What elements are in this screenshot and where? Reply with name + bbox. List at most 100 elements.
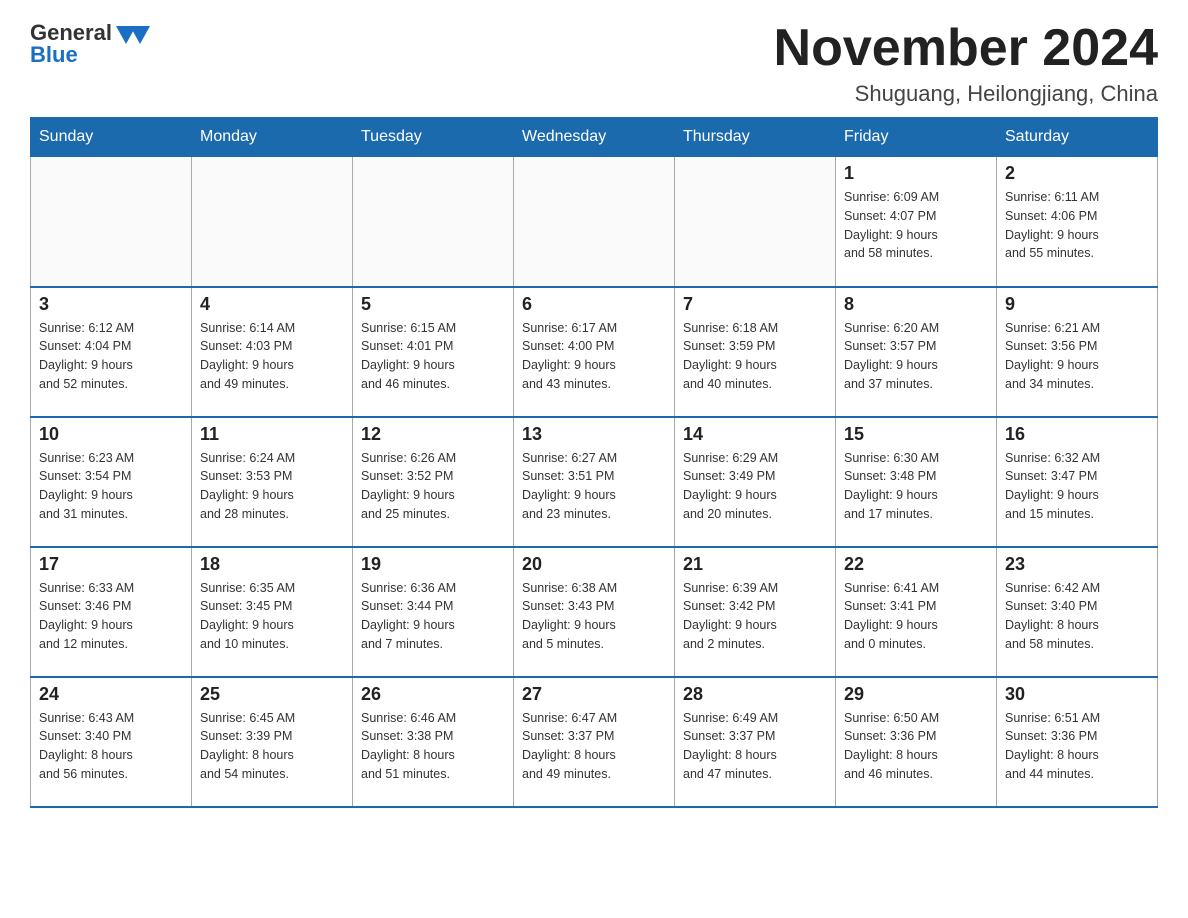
- weekday-header: Friday: [836, 118, 997, 157]
- calendar-cell: 21 Sunrise: 6:39 AMSunset: 3:42 PMDayligh…: [675, 547, 836, 677]
- day-info: Sunrise: 6:36 AMSunset: 3:44 PMDaylight:…: [361, 579, 505, 654]
- day-info: Sunrise: 6:18 AMSunset: 3:59 PMDaylight:…: [683, 319, 827, 394]
- weekday-header: Tuesday: [353, 118, 514, 157]
- day-number: 25: [200, 684, 344, 705]
- weekday-header: Thursday: [675, 118, 836, 157]
- day-info: Sunrise: 6:23 AMSunset: 3:54 PMDaylight:…: [39, 449, 183, 524]
- day-number: 28: [683, 684, 827, 705]
- calendar-cell: 23Sunrise: 6:42 AMSunset: 3:40 PMDayligh…: [997, 547, 1158, 677]
- day-number: 14: [683, 424, 827, 445]
- calendar-cell: 13 Sunrise: 6:27 AMSunset: 3:51 PMDayligh…: [514, 417, 675, 547]
- day-info: Sunrise: 6:46 AMSunset: 3:38 PMDaylight:…: [361, 709, 505, 784]
- calendar-cell: 10 Sunrise: 6:23 AMSunset: 3:54 PMDayligh…: [31, 417, 192, 547]
- day-number: 16: [1005, 424, 1149, 445]
- day-info: Sunrise: 6:39 AMSunset: 3:42 PMDaylight:…: [683, 579, 827, 654]
- day-number: 19: [361, 554, 505, 575]
- day-number: 22: [844, 554, 988, 575]
- day-info: Sunrise: 6:21 AMSunset: 3:56 PMDaylight:…: [1005, 319, 1149, 394]
- calendar-week-row: 3 Sunrise: 6:12 AMSunset: 4:04 PMDaylight…: [31, 287, 1158, 417]
- calendar-cell: [675, 157, 836, 287]
- calendar-cell: 30 Sunrise: 6:51 AMSunset: 3:36 PMDayligh…: [997, 677, 1158, 807]
- day-info: Sunrise: 6:30 AMSunset: 3:48 PMDaylight:…: [844, 449, 988, 524]
- calendar-cell: 20 Sunrise: 6:38 AMSunset: 3:43 PMDayligh…: [514, 547, 675, 677]
- calendar-week-row: 1 Sunrise: 6:09 AMSunset: 4:07 PMDaylight…: [31, 157, 1158, 287]
- calendar-cell: 12 Sunrise: 6:26 AMSunset: 3:52 PMDayligh…: [353, 417, 514, 547]
- day-number: 30: [1005, 684, 1149, 705]
- calendar-cell: [31, 157, 192, 287]
- day-number: 10: [39, 424, 183, 445]
- day-number: 18: [200, 554, 344, 575]
- day-number: 23: [1005, 554, 1149, 575]
- day-number: 4: [200, 294, 344, 315]
- day-info: Sunrise: 6:09 AMSunset: 4:07 PMDaylight:…: [844, 188, 988, 263]
- day-number: 21: [683, 554, 827, 575]
- title-block: November 2024 Shuguang, Heilongjiang, Ch…: [774, 20, 1158, 107]
- day-info: Sunrise: 6:29 AMSunset: 3:49 PMDaylight:…: [683, 449, 827, 524]
- day-number: 27: [522, 684, 666, 705]
- calendar-cell: [514, 157, 675, 287]
- calendar-week-row: 17Sunrise: 6:33 AMSunset: 3:46 PMDayligh…: [31, 547, 1158, 677]
- day-info: Sunrise: 6:24 AMSunset: 3:53 PMDaylight:…: [200, 449, 344, 524]
- day-info: Sunrise: 6:27 AMSunset: 3:51 PMDaylight:…: [522, 449, 666, 524]
- day-number: 6: [522, 294, 666, 315]
- day-number: 13: [522, 424, 666, 445]
- calendar-cell: 28 Sunrise: 6:49 AMSunset: 3:37 PMDayligh…: [675, 677, 836, 807]
- day-number: 20: [522, 554, 666, 575]
- page-header: General Blue November 2024 Shuguang, Hei…: [30, 20, 1158, 107]
- day-number: 2: [1005, 163, 1149, 184]
- calendar-cell: 18 Sunrise: 6:35 AMSunset: 3:45 PMDayligh…: [192, 547, 353, 677]
- calendar-subtitle: Shuguang, Heilongjiang, China: [774, 81, 1158, 107]
- calendar-week-row: 10 Sunrise: 6:23 AMSunset: 3:54 PMDayligh…: [31, 417, 1158, 547]
- day-number: 29: [844, 684, 988, 705]
- calendar-cell: 19 Sunrise: 6:36 AMSunset: 3:44 PMDayligh…: [353, 547, 514, 677]
- calendar-cell: 24Sunrise: 6:43 AMSunset: 3:40 PMDayligh…: [31, 677, 192, 807]
- day-info: Sunrise: 6:12 AMSunset: 4:04 PMDaylight:…: [39, 319, 183, 394]
- day-info: Sunrise: 6:47 AMSunset: 3:37 PMDaylight:…: [522, 709, 666, 784]
- calendar-cell: 17Sunrise: 6:33 AMSunset: 3:46 PMDayligh…: [31, 547, 192, 677]
- calendar-cell: 5 Sunrise: 6:15 AMSunset: 4:01 PMDaylight…: [353, 287, 514, 417]
- logo: General Blue: [30, 20, 150, 68]
- calendar-cell: 3 Sunrise: 6:12 AMSunset: 4:04 PMDaylight…: [31, 287, 192, 417]
- day-number: 12: [361, 424, 505, 445]
- day-info: Sunrise: 6:17 AMSunset: 4:00 PMDaylight:…: [522, 319, 666, 394]
- weekday-header: Monday: [192, 118, 353, 157]
- calendar-cell: 2 Sunrise: 6:11 AMSunset: 4:06 PMDaylight…: [997, 157, 1158, 287]
- calendar-cell: 22 Sunrise: 6:41 AMSunset: 3:41 PMDayligh…: [836, 547, 997, 677]
- day-number: 5: [361, 294, 505, 315]
- calendar-cell: [353, 157, 514, 287]
- calendar-cell: 15Sunrise: 6:30 AMSunset: 3:48 PMDayligh…: [836, 417, 997, 547]
- calendar-title: November 2024: [774, 20, 1158, 77]
- calendar-cell: [192, 157, 353, 287]
- calendar-week-row: 24Sunrise: 6:43 AMSunset: 3:40 PMDayligh…: [31, 677, 1158, 807]
- calendar-cell: 9Sunrise: 6:21 AMSunset: 3:56 PMDaylight…: [997, 287, 1158, 417]
- day-info: Sunrise: 6:35 AMSunset: 3:45 PMDaylight:…: [200, 579, 344, 654]
- weekday-header: Sunday: [31, 118, 192, 157]
- day-info: Sunrise: 6:51 AMSunset: 3:36 PMDaylight:…: [1005, 709, 1149, 784]
- day-info: Sunrise: 6:41 AMSunset: 3:41 PMDaylight:…: [844, 579, 988, 654]
- day-number: 8: [844, 294, 988, 315]
- calendar-cell: 29 Sunrise: 6:50 AMSunset: 3:36 PMDayligh…: [836, 677, 997, 807]
- day-info: Sunrise: 6:50 AMSunset: 3:36 PMDaylight:…: [844, 709, 988, 784]
- calendar-cell: 26Sunrise: 6:46 AMSunset: 3:38 PMDayligh…: [353, 677, 514, 807]
- weekday-header: Wednesday: [514, 118, 675, 157]
- day-number: 7: [683, 294, 827, 315]
- day-info: Sunrise: 6:15 AMSunset: 4:01 PMDaylight:…: [361, 319, 505, 394]
- day-info: Sunrise: 6:26 AMSunset: 3:52 PMDaylight:…: [361, 449, 505, 524]
- logo-blue: Blue: [30, 42, 78, 68]
- calendar-cell: 16Sunrise: 6:32 AMSunset: 3:47 PMDayligh…: [997, 417, 1158, 547]
- weekday-header: Saturday: [997, 118, 1158, 157]
- calendar-cell: 6 Sunrise: 6:17 AMSunset: 4:00 PMDaylight…: [514, 287, 675, 417]
- day-number: 11: [200, 424, 344, 445]
- day-info: Sunrise: 6:49 AMSunset: 3:37 PMDaylight:…: [683, 709, 827, 784]
- calendar-cell: 8Sunrise: 6:20 AMSunset: 3:57 PMDaylight…: [836, 287, 997, 417]
- day-info: Sunrise: 6:38 AMSunset: 3:43 PMDaylight:…: [522, 579, 666, 654]
- calendar-cell: 25Sunrise: 6:45 AMSunset: 3:39 PMDayligh…: [192, 677, 353, 807]
- calendar-cell: 1 Sunrise: 6:09 AMSunset: 4:07 PMDaylight…: [836, 157, 997, 287]
- day-number: 1: [844, 163, 988, 184]
- day-info: Sunrise: 6:11 AMSunset: 4:06 PMDaylight:…: [1005, 188, 1149, 263]
- day-number: 3: [39, 294, 183, 315]
- day-info: Sunrise: 6:43 AMSunset: 3:40 PMDaylight:…: [39, 709, 183, 784]
- calendar-table: SundayMondayTuesdayWednesdayThursdayFrid…: [30, 117, 1158, 808]
- day-info: Sunrise: 6:14 AMSunset: 4:03 PMDaylight:…: [200, 319, 344, 394]
- calendar-cell: 4 Sunrise: 6:14 AMSunset: 4:03 PMDaylight…: [192, 287, 353, 417]
